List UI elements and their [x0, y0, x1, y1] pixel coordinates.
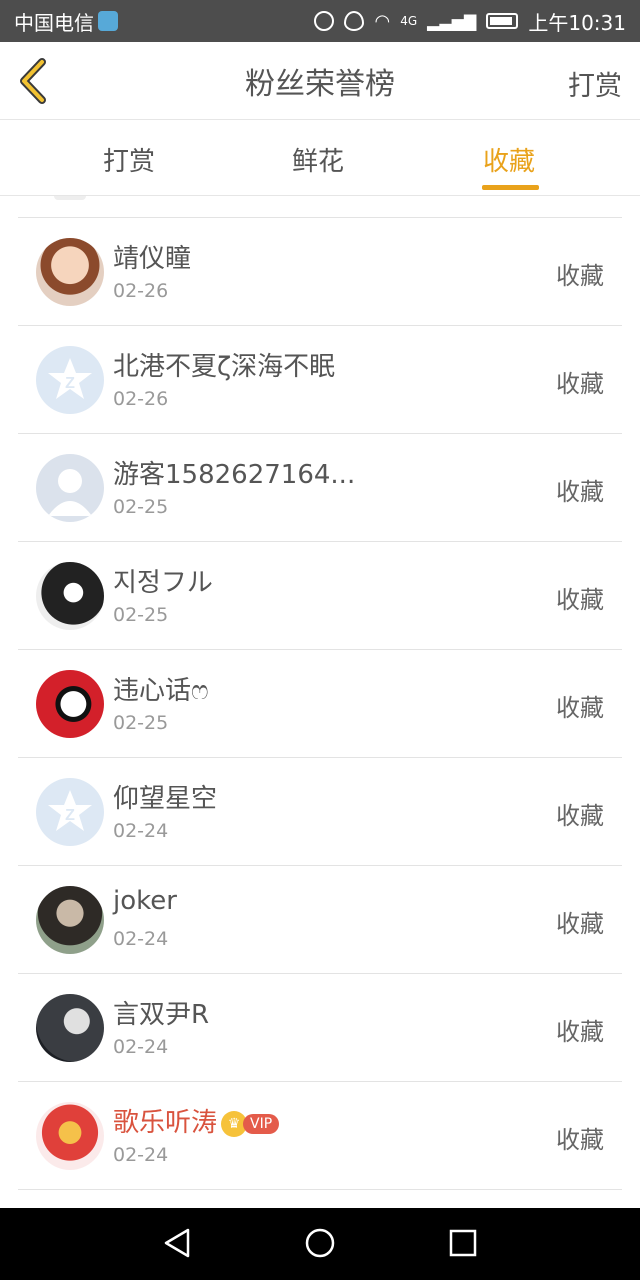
star-icon: Z: [48, 358, 92, 399]
list-item[interactable]: joker 02-24 收藏: [18, 865, 622, 973]
reward-button[interactable]: 打赏: [568, 64, 622, 103]
eye-icon: [344, 11, 365, 31]
list-item[interactable]: 言双尹R 02-24 收藏: [18, 973, 622, 1081]
action-label: 收藏: [556, 1018, 604, 1046]
list-item[interactable]: 歌乐听涛 ♛ VIP 02-24 收藏: [18, 1081, 622, 1189]
tab-flowers[interactable]: 鲜花: [292, 141, 344, 178]
action-label: 收藏: [556, 370, 604, 398]
list-item[interactable]: 违心话ෆ 02-25 收藏: [18, 649, 622, 757]
fan-list[interactable]: 靖仪瞳 02-26 收藏 Z 北港不夏ζ深海不眠 02-26 收藏 游客1582…: [0, 196, 640, 1208]
tab-favorites[interactable]: 收藏: [483, 141, 535, 178]
list-item[interactable]: 지정フル 02-25 收藏: [18, 541, 622, 649]
date: 02-24: [113, 1036, 169, 1058]
user-name: 歌乐听涛: [113, 1108, 218, 1138]
user-name: joker: [113, 886, 177, 916]
user-name: 北港不夏ζ深海不眠: [113, 352, 336, 382]
vip-label: VIP: [243, 1113, 280, 1134]
action-label: 收藏: [556, 694, 604, 722]
app-notification-icon: [98, 11, 118, 31]
avatar: [36, 1102, 104, 1170]
user-name: 言双尹R: [113, 1000, 210, 1030]
system-nav-bar: [0, 1208, 640, 1280]
action-label: 收藏: [556, 262, 604, 290]
date: 02-25: [113, 712, 169, 734]
user-name: 靖仪瞳: [113, 244, 192, 274]
recents-nav-icon[interactable]: [446, 1226, 480, 1260]
back-nav-icon[interactable]: [160, 1226, 194, 1260]
avatar: [36, 994, 104, 1062]
clock: 上午10:31: [528, 10, 626, 35]
date: 02-25: [113, 604, 169, 626]
vip-badge: ♛ VIP: [221, 1110, 280, 1137]
tab-bar: 打赏 鲜花 收藏: [0, 121, 640, 196]
chevron-left-icon[interactable]: [16, 58, 50, 104]
date: 02-26: [113, 388, 169, 410]
action-label: 收藏: [556, 478, 604, 506]
action-label: 收藏: [556, 586, 604, 614]
user-name: 违心话ෆ: [113, 676, 209, 706]
user-name: 游客1582627164...: [113, 460, 356, 490]
signal-icon: ▂▃▅▇: [427, 11, 477, 31]
user-icon: [48, 469, 92, 516]
app-header: 粉丝荣誉榜 打赏: [0, 42, 640, 120]
avatar: [36, 454, 104, 522]
carrier-label: 中国电信: [14, 10, 94, 35]
date: 02-24: [113, 928, 169, 950]
avatar: Z: [36, 346, 104, 414]
wifi-icon: ◠: [374, 10, 391, 32]
avatar: [36, 238, 104, 306]
date: 02-24: [113, 1144, 169, 1166]
battery-icon: [486, 13, 519, 29]
date: 02-25: [113, 496, 169, 518]
page-title: 粉丝荣誉榜: [245, 66, 395, 102]
tab-reward[interactable]: 打赏: [103, 141, 155, 178]
partial-avatar: [54, 196, 86, 200]
avatar: [36, 670, 104, 738]
avatar: Z: [36, 778, 104, 846]
user-name: 지정フル: [113, 568, 213, 598]
svg-text:Z: Z: [65, 375, 75, 392]
svg-text:Z: Z: [65, 807, 75, 824]
list-item[interactable]: Z 仰望星空 02-24 收藏: [18, 757, 622, 865]
date: 02-24: [113, 820, 169, 842]
home-nav-icon[interactable]: [303, 1226, 337, 1260]
date: 02-26: [113, 280, 169, 302]
star-icon: Z: [48, 790, 92, 831]
network-label: 4G: [400, 14, 418, 28]
active-tab-indicator: [482, 185, 539, 190]
action-label: 收藏: [556, 910, 604, 938]
list-divider: [18, 1189, 622, 1208]
list-item[interactable]: 游客1582627164... 02-25 收藏: [18, 433, 622, 541]
avatar: [36, 886, 104, 954]
user-name-container: 歌乐听涛 ♛ VIP: [113, 1102, 280, 1139]
status-bar: 中国电信 ◠ 4G ▂▃▅▇ 上午10:31: [0, 0, 640, 42]
alarm-icon: [314, 11, 335, 31]
list-item[interactable]: Z 北港不夏ζ深海不眠 02-26 收藏: [18, 325, 622, 433]
user-name: 仰望星空: [113, 784, 218, 814]
avatar: [36, 562, 104, 630]
action-label: 收藏: [556, 1126, 604, 1154]
list-item[interactable]: 靖仪瞳 02-26 收藏: [18, 217, 622, 325]
action-label: 收藏: [556, 802, 604, 830]
